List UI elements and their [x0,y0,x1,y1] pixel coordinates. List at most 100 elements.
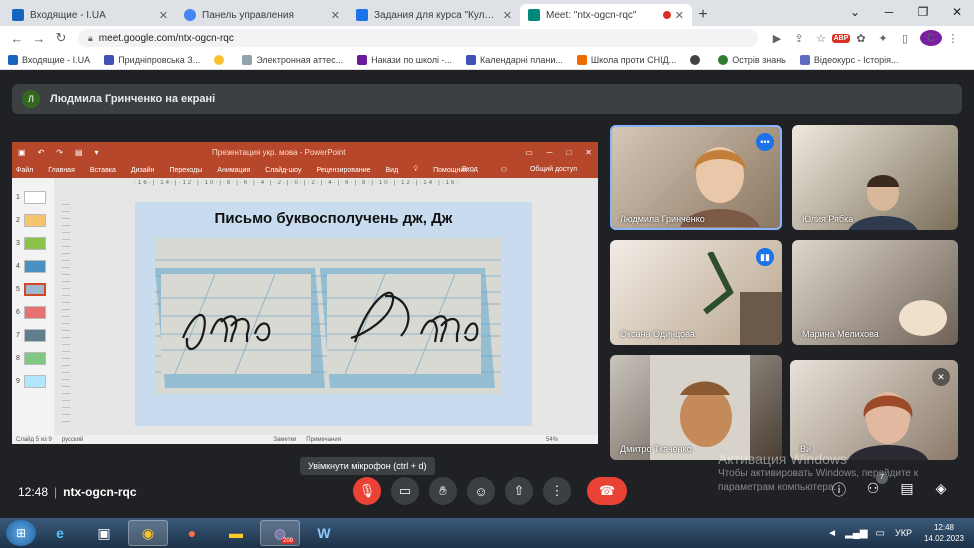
taskbar-avast[interactable]: ● [172,520,212,546]
close-window-icon[interactable]: ✕ [940,0,974,24]
close-tab-icon[interactable]: ✕ [675,9,684,22]
extension-icon[interactable]: ✿ [850,32,872,45]
classroom-icon [466,54,477,65]
slide-thumb-image [24,351,46,365]
camera-icon: ▭ [398,483,412,498]
slide-thumb-image [24,328,46,342]
copybook-handwriting-image [155,238,501,394]
tab-meet[interactable]: Meet: "ntx-ogcn-rqc" ✕ [520,4,692,26]
meet-favicon-icon [528,9,540,21]
chevron-down-icon[interactable]: ⌄ [838,0,872,24]
bookmark-videocourse[interactable]: Відеокурс - Історія... [799,54,898,65]
taskbar-chrome[interactable]: ◉ [128,520,168,546]
close-tab-icon[interactable]: ✕ [159,9,168,22]
maximize-icon: □ [566,147,572,157]
leave-call-button[interactable]: ☎︎ [587,477,627,505]
iua-favicon-icon [12,9,24,21]
raise-hand-button[interactable]: ✋︎ [429,477,457,505]
taskbar-mediaplayer[interactable]: ▣ [84,520,124,546]
participant-tile-self[interactable]: ✕ Ви [790,360,958,460]
participant-tile[interactable]: Дмитро Ткаченко [610,355,782,460]
word-icon: W [317,525,331,541]
taskbar-ie[interactable]: e [40,520,80,546]
mic-toggle-button[interactable]: 🎙︎ [353,477,381,505]
camera-indicator-icon[interactable]: ▶ [766,32,788,45]
globe-icon [690,54,701,65]
blogger-icon [576,54,587,65]
puzzle-icon[interactable]: ✦ [872,32,894,45]
new-tab-button[interactable]: + [692,4,714,26]
battery-icon[interactable]: ▭ [876,528,885,539]
url-field[interactable]: 🔒︎ meet.google.com/ntx-ogcn-rqc [78,29,758,47]
participant-tile[interactable]: Юлия Рябка [792,125,958,230]
camera-toggle-button[interactable]: ▭ [391,477,419,505]
network-icon[interactable]: ▂▄▆ [845,528,867,539]
clock-date: 14.02.2023 [923,534,964,543]
back-icon[interactable]: ← [6,31,28,46]
present-icon: ▤ [74,147,83,157]
tab-title: Входящие - I.UA [30,9,106,21]
maximize-icon[interactable]: ❐ [906,0,940,24]
taskbar-explorer[interactable]: ▬ [216,520,256,546]
status-zoom: 54% [545,436,558,443]
chat-icon[interactable]: ▤ [896,480,918,500]
current-slide: Письмо буквосполучень дж, Дж [135,202,532,426]
more-options-icon[interactable]: ••• [756,133,774,151]
bookmark-calendar-plans[interactable]: Календарні плани... [466,54,563,65]
participant-tile[interactable]: ••• Людмила Гринченко [610,125,782,230]
taskbar-viber[interactable]: ◍ 209 [260,520,300,546]
taskbar-word[interactable]: W [304,520,344,546]
slide-title: Письмо буквосполучень дж, Дж [214,210,453,227]
volume-icon[interactable]: ◄ [827,528,837,539]
lock-icon[interactable]: 🔒︎ [88,33,93,44]
slide-thumb-image [24,305,46,319]
ppt-workspace: 1 2 3 4 5 6 7 8 9 ·16·|·14·|·12·|·10·|·8… [12,178,598,436]
close-tab-icon[interactable]: ✕ [331,9,340,22]
people-icon[interactable]: ⚇ 7 [862,472,888,500]
ribbon-tab: Главная [48,166,75,174]
more-options-button[interactable]: ⋮ [543,477,571,505]
lightbulb-icon: 💡︎ [413,166,419,173]
bookmark-prydniprovska[interactable]: Придніпровська З... [104,54,200,65]
participant-name: Людмила Гринченко [620,214,705,224]
bookmark-star-icon[interactable]: ☆ [810,32,832,45]
bookmark-school-aids[interactable]: Школа проти СНІД... [576,54,676,65]
bookmark-ostriv-znan[interactable]: Острів знань [718,54,786,65]
adblock-icon[interactable]: ABP [832,33,850,43]
info-icon[interactable]: ⓘ [828,480,850,500]
participant-tile[interactable]: Марина Мелихова [792,240,958,345]
start-button[interactable]: ⊞ [6,520,36,546]
tab-classroom-tasks[interactable]: Задания для курса "Культура до ✕ [348,4,520,26]
taskbar-clock[interactable]: 12:48 14.02.2023 [924,522,964,544]
bookmark-icon-only[interactable] [214,54,228,65]
present-button[interactable]: ⇧ [505,477,533,505]
bookmark-globe[interactable] [690,54,704,65]
profile-avatar[interactable]: C [920,30,942,46]
slide-thumb: 3 [16,234,52,252]
reload-icon[interactable]: ↻ [50,30,72,46]
participant-tile[interactable]: ▮▮ Оксана Одинцова [610,240,782,345]
close-tab-icon[interactable]: ✕ [503,9,512,22]
yellow-logo-icon [214,54,225,65]
tab-control-panel[interactable]: Панель управления ✕ [176,4,348,26]
mic-off-icon: 🎙︎ [358,483,376,498]
hang-up-icon: ☎︎ [598,483,616,498]
menu-dots-icon[interactable]: ⋮ [942,32,964,45]
participant-video-image [899,300,947,336]
reactions-button[interactable]: ☺ [467,477,495,505]
classroom-icon [799,54,810,65]
language-indicator[interactable]: УКР [895,528,912,538]
sidebar-icon[interactable]: ▯ [894,32,916,45]
google-favicon-icon [184,9,196,21]
bookmark-attestation[interactable]: Электронная аттес... [242,54,343,65]
share-icon[interactable]: ⇪ [788,32,810,45]
bookmark-orders[interactable]: Накази по школі -... [357,54,452,65]
minimize-icon[interactable]: ─ [872,0,906,24]
people-count: 7 [876,472,888,484]
bookmark-iua[interactable]: Входящие - I.UA [8,54,90,65]
hand-icon: ✋︎ [439,483,447,498]
window-controls: ⌄ ─ ❐ ✕ [838,0,974,24]
forward-icon[interactable]: → [28,31,50,46]
tab-iua[interactable]: Входящие - I.UA ✕ [4,4,176,26]
activities-icon[interactable]: ◈ [930,480,952,500]
